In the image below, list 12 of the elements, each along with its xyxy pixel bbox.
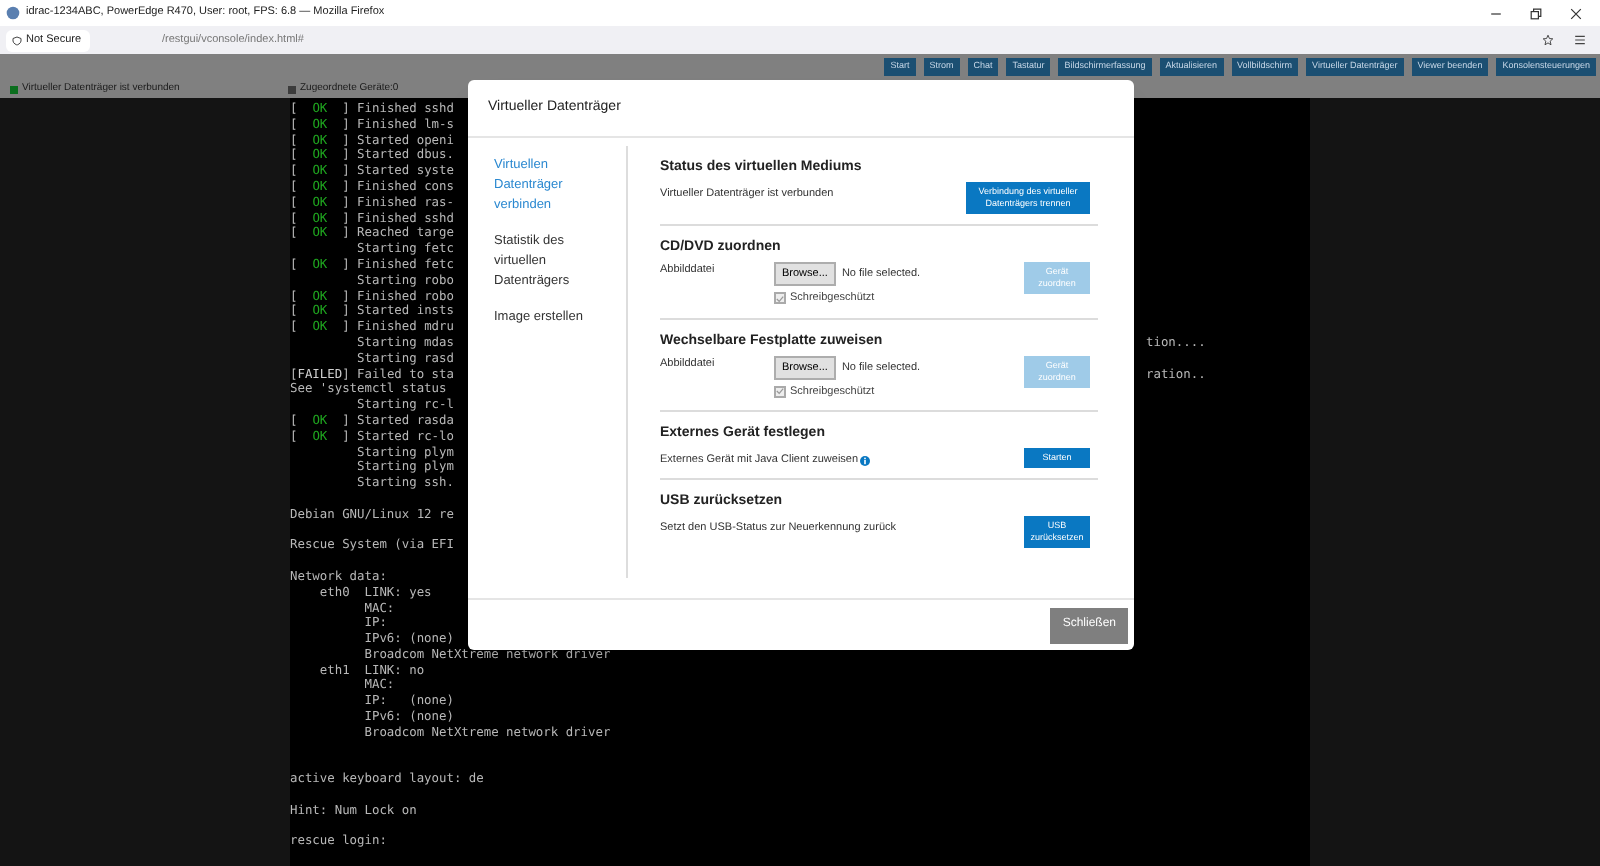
restore-icon[interactable] xyxy=(1530,7,1542,19)
close-icon[interactable] xyxy=(1570,7,1582,19)
menu-icon[interactable] xyxy=(1574,34,1586,46)
app-icon xyxy=(6,6,20,20)
star-icon[interactable] xyxy=(1542,34,1554,46)
shield-icon xyxy=(12,35,22,45)
checkbox[interactable] xyxy=(774,292,786,305)
checkbox[interactable] xyxy=(774,385,786,398)
info-icon[interactable] xyxy=(860,455,871,466)
minimize-icon[interactable] xyxy=(1490,7,1502,19)
check-icon xyxy=(776,293,784,304)
check-icon xyxy=(776,386,784,397)
